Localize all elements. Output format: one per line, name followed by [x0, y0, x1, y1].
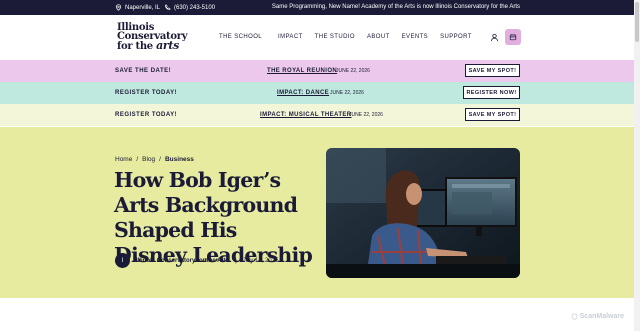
breadcrumb-separator: / — [136, 156, 139, 163]
map-pin-icon — [115, 4, 122, 11]
save-my-spot-button[interactable]: SAVE MY SPOT! — [465, 64, 520, 77]
breadcrumb-separator: / — [159, 156, 161, 163]
event-link[interactable]: IMPACT: MUSICAL THEATER — [260, 112, 352, 118]
article-meta: I Illinois Conservatory for the Arts | J… — [115, 253, 278, 268]
event-date: JUNE 22, 2026 — [349, 112, 383, 118]
nav-item-the-school[interactable]: THE SCHOOL — [219, 34, 262, 40]
banner-label: REGISTER TODAY! — [115, 112, 178, 118]
logo-line-3-prefix: for the — [117, 41, 157, 52]
watermark: ScanMalware — [571, 313, 624, 320]
breadcrumb-home[interactable]: Home — [115, 156, 132, 163]
top-bar: Naperville, IL (630) 243-5100 Same Progr… — [0, 0, 634, 15]
event-date: JUNE 22, 2026 — [330, 90, 364, 96]
author-name[interactable]: Illinois Conservatory for the Arts — [136, 258, 229, 264]
nav-item-the-studio[interactable]: THE STUDIO — [315, 34, 355, 40]
shield-icon — [571, 313, 577, 320]
event-link[interactable]: THE ROYAL REUNION — [267, 68, 337, 74]
event-banner-royal-reunion: SAVE THE DATE! THE ROYAL REUNION JUNE 22… — [0, 60, 634, 82]
event-banner-impact-musical-theater: REGISTER TODAY! IMPACT: MUSICAL THEATER … — [0, 104, 634, 126]
article-hero: Home / Blog / Business How Bob Iger’s Ar… — [0, 127, 634, 298]
page-bottom: ScanMalware — [0, 298, 634, 331]
nav-item-impact[interactable]: IMPACT — [278, 34, 303, 40]
event-link[interactable]: IMPACT: DANCE — [277, 90, 329, 96]
phone-info[interactable]: (630) 243-5100 — [164, 4, 215, 11]
logo-arts: arts — [156, 39, 180, 52]
breadcrumb-current[interactable]: Business — [165, 156, 194, 163]
event-banner-impact-dance: REGISTER TODAY! IMPACT: DANCE JUNE 22, 2… — [0, 82, 634, 104]
article-hero-image — [326, 148, 520, 278]
location-info[interactable]: Naperville, IL — [115, 4, 160, 11]
site-header: Illinois Conservatory for the arts THE S… — [0, 15, 634, 60]
nav-item-support[interactable]: SUPPORT — [440, 34, 472, 40]
event-date: JUNE 22, 2026 — [336, 68, 370, 74]
main-nav: THE SCHOOL IMPACT THE STUDIO ABOUT EVENT… — [219, 34, 472, 40]
avatar: I — [115, 253, 130, 268]
logo-line-3: for the arts — [117, 39, 187, 52]
announcement-text: Same Programming, New Name! Academy of t… — [271, 4, 520, 10]
phone-number: (630) 243-5100 — [174, 4, 216, 11]
nav-item-about[interactable]: ABOUT — [367, 34, 390, 40]
save-my-spot-button[interactable]: SAVE MY SPOT! — [465, 108, 520, 121]
banner-label: REGISTER TODAY! — [115, 90, 178, 96]
cart-icon — [509, 34, 517, 41]
breadcrumb-blog[interactable]: Blog — [142, 156, 155, 163]
hero-photo-illustration — [326, 148, 520, 278]
phone-icon — [165, 4, 171, 11]
watermark-text: ScanMalware — [579, 313, 624, 320]
publish-date: July 14, 2025 — [242, 257, 279, 264]
scrollbar[interactable] — [634, 0, 640, 331]
user-icon[interactable] — [490, 33, 499, 42]
register-now-button[interactable]: REGISTER NOW! — [463, 86, 520, 99]
nav-item-events[interactable]: EVENTS — [402, 34, 428, 40]
breadcrumb: Home / Blog / Business — [115, 156, 194, 163]
cart-button[interactable] — [505, 29, 521, 45]
scrollbar-thumb[interactable] — [635, 2, 639, 42]
banner-label: SAVE THE DATE! — [115, 68, 172, 74]
meta-divider: | — [235, 257, 237, 264]
site-logo[interactable]: Illinois Conservatory for the arts — [117, 23, 188, 52]
location-text: Naperville, IL — [125, 4, 161, 11]
